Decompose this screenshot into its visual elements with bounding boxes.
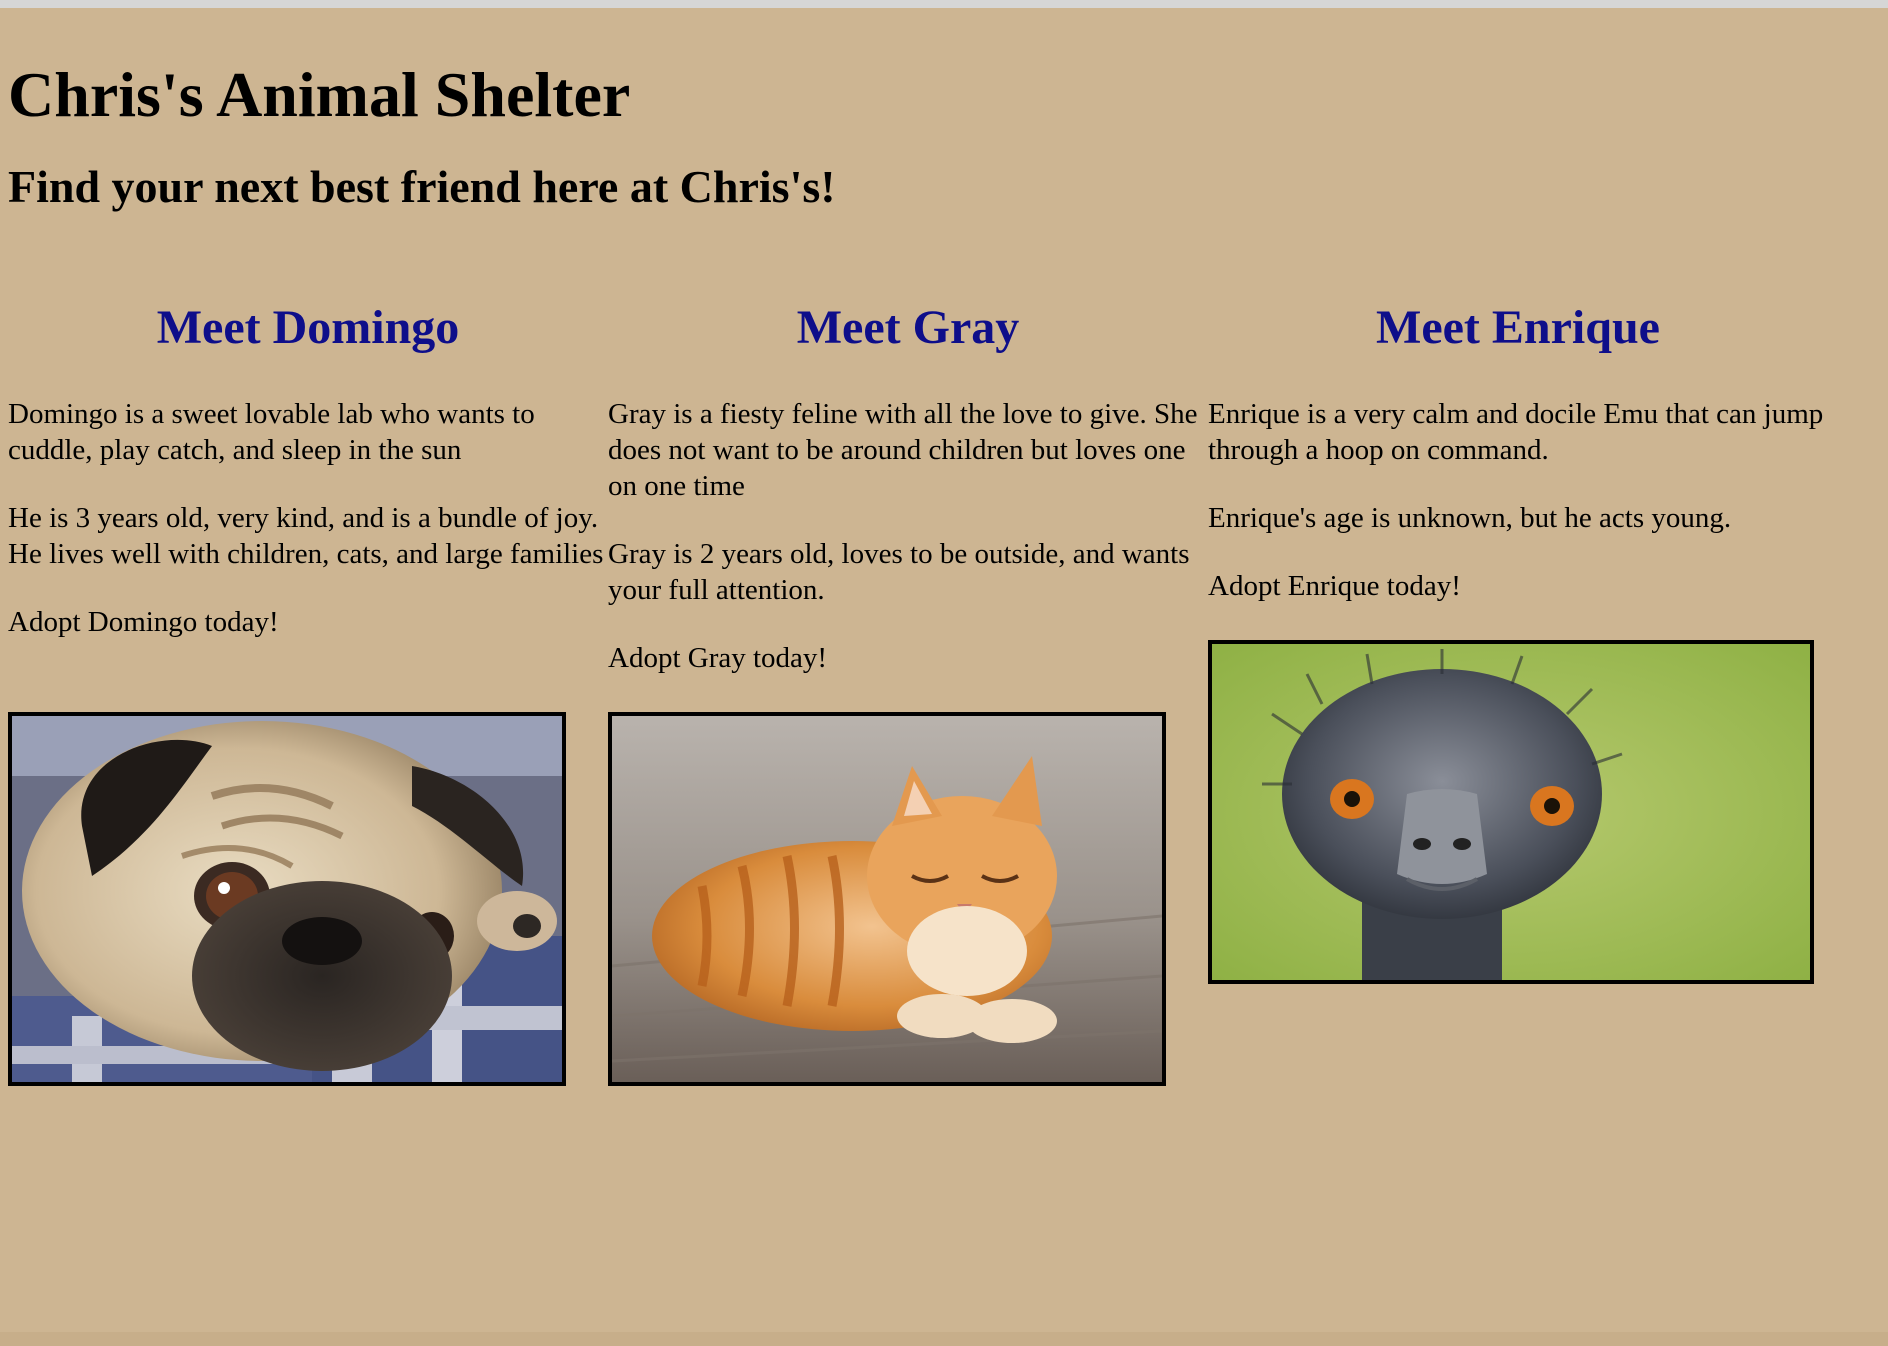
animal-heading: Meet Gray: [796, 301, 1020, 354]
page-tagline: Find your next best friend here at Chris…: [8, 161, 836, 212]
page-title: Chris's Animal Shelter: [8, 59, 631, 130]
animal-details: He is 3 years old, very kind, and is a b…: [8, 502, 604, 570]
animal-card-enrique: Meet Enrique Enrique is a very calm and …: [1208, 298, 1828, 604]
pug-photo: [8, 712, 566, 1086]
browser-top-edge: [0, 0, 1888, 8]
animal-details: Enrique's age is unknown, but he acts yo…: [1208, 502, 1732, 534]
orange-cat-photo: [608, 712, 1166, 1086]
adopt-text: Adopt Domingo today!: [8, 606, 279, 638]
page-content: Chris's Animal Shelter Find your next be…: [8, 8, 1880, 674]
animal-description: Enrique is a very calm and docile Emu th…: [1208, 398, 1824, 466]
animal-details: Gray is 2 years old, loves to be outside…: [608, 538, 1190, 606]
animal-heading: Meet Domingo: [156, 301, 460, 354]
page-bottom-edge: [0, 1332, 1888, 1346]
adopt-text: Adopt Gray today!: [608, 642, 828, 674]
animal-description: Domingo is a sweet lovable lab who wants…: [8, 398, 535, 466]
animal-card-gray: Meet Gray Gray is a fiesty feline with a…: [608, 298, 1208, 676]
adopt-text: Adopt Enrique today!: [1208, 570, 1461, 602]
emu-photo: [1208, 640, 1814, 984]
animal-heading: Meet Enrique: [1376, 301, 1660, 354]
animal-description: Gray is a fiesty feline with all the lov…: [608, 398, 1198, 502]
animal-card-domingo: Meet Domingo Domingo is a sweet lovable …: [8, 298, 608, 640]
